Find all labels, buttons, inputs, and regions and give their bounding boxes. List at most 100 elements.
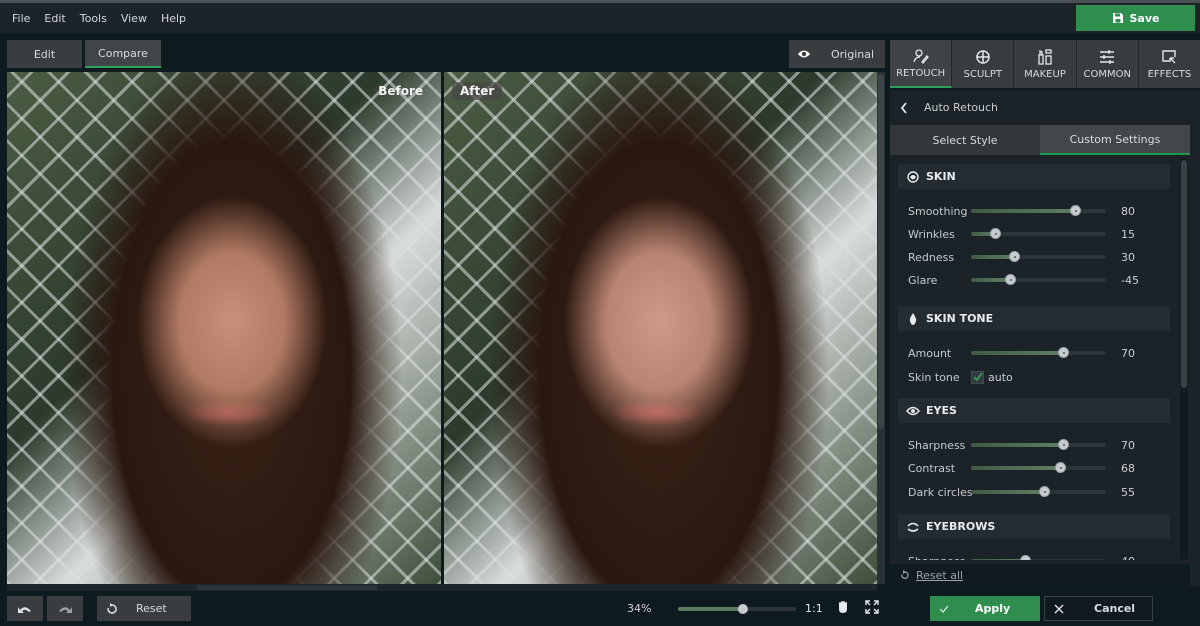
reset-icon: [107, 602, 117, 614]
tab-compare-label: Compare: [98, 46, 148, 60]
checkmark-icon: [939, 605, 949, 613]
apply-label: Apply: [975, 602, 1011, 615]
zoom-slider[interactable]: [678, 603, 796, 615]
slider-knob[interactable]: [1069, 205, 1081, 216]
slider-label: Glare: [908, 273, 938, 287]
tab-common-label: COMMON: [1083, 68, 1131, 80]
save-button[interactable]: Save: [1076, 5, 1195, 31]
slider-row-eyes-sharpness: Sharpness 70: [908, 436, 1168, 454]
undo-icon: [18, 606, 31, 613]
scrollbar-thumb[interactable]: [197, 585, 377, 590]
slider-row-dark-circles: Dark circles 55: [908, 483, 1168, 501]
tab-sculpt[interactable]: SCULPT: [952, 40, 1015, 88]
reset-all-link[interactable]: Reset all: [890, 564, 1190, 586]
actual-size-button[interactable]: 1:1: [805, 602, 823, 615]
redness-slider[interactable]: [971, 251, 1106, 262]
tab-common[interactable]: COMMON: [1076, 40, 1139, 88]
slider-label: Contrast: [908, 461, 956, 475]
tab-retouch[interactable]: RETOUCH: [890, 40, 953, 88]
slider-knob[interactable]: [1005, 274, 1017, 285]
panel-title: Auto Retouch: [924, 101, 998, 114]
section-skin[interactable]: SKIN: [898, 164, 1170, 189]
slider-knob[interactable]: [1055, 462, 1067, 473]
effects-icon: [1162, 49, 1177, 63]
before-label: Before: [378, 84, 423, 98]
fit-screen-icon[interactable]: [865, 600, 879, 614]
menu-tools[interactable]: Tools: [73, 12, 114, 25]
chevron-left-icon: [900, 101, 907, 114]
eyes-sharpness-slider[interactable]: [971, 439, 1106, 450]
menu-edit[interactable]: Edit: [37, 12, 72, 25]
tab-makeup[interactable]: MAKEUP: [1014, 40, 1077, 88]
scrollbar-thumb[interactable]: [878, 74, 884, 429]
menu-bar: File Edit Tools View Help Save: [0, 0, 1200, 33]
slider-value: -45: [1121, 273, 1139, 287]
hand-icon[interactable]: [836, 600, 850, 614]
checkbox-row-label: Skin tone: [908, 370, 960, 384]
after-photo[interactable]: After: [444, 72, 877, 584]
wrinkles-slider[interactable]: [971, 228, 1106, 239]
slider-knob[interactable]: [1057, 439, 1069, 450]
apply-button[interactable]: Apply: [930, 596, 1040, 621]
slider-knob[interactable]: [1057, 347, 1069, 358]
amount-slider[interactable]: [971, 347, 1106, 358]
tab-compare[interactable]: Compare: [85, 40, 161, 68]
slider-knob[interactable]: [1020, 555, 1031, 560]
back-button[interactable]: Auto Retouch: [890, 90, 1190, 125]
slider-value: 70: [1121, 438, 1135, 452]
slider-row-amount: Amount 70: [908, 344, 1168, 362]
section-skin-tone[interactable]: SKIN TONE: [898, 306, 1170, 331]
skin-icon: [907, 170, 919, 183]
save-label: Save: [1129, 11, 1160, 25]
contrast-slider[interactable]: [971, 462, 1106, 473]
cancel-label: Cancel: [1094, 602, 1136, 615]
image-horizontal-scrollbar[interactable]: [7, 584, 877, 591]
menu-view[interactable]: View: [114, 12, 154, 25]
dark-circles-slider[interactable]: [971, 486, 1106, 497]
checkmark-icon: [972, 372, 983, 382]
slider-label: Amount: [908, 346, 952, 360]
zoom-percent: 34%: [627, 602, 652, 615]
cancel-button[interactable]: Cancel: [1044, 596, 1153, 621]
undo-button[interactable]: [7, 596, 43, 621]
slider-label: Dark circles: [908, 485, 973, 499]
slider-row-eyebrows-sharpness: Sharpness 40: [908, 552, 1168, 560]
tab-effects[interactable]: EFFECTS: [1138, 40, 1200, 88]
subtab-select-style[interactable]: Select Style: [890, 125, 1040, 155]
original-button[interactable]: Original: [789, 40, 885, 68]
subtab-custom-settings[interactable]: Custom Settings: [1040, 125, 1190, 155]
original-label: Original: [831, 47, 875, 61]
menu-help[interactable]: Help: [154, 12, 193, 25]
reset-icon: [901, 570, 909, 579]
sliders-icon: [1100, 49, 1115, 64]
slider-knob[interactable]: [1009, 251, 1021, 262]
zoom-fill: [678, 607, 743, 611]
eye-icon: [906, 406, 920, 415]
zoom-knob[interactable]: [737, 604, 748, 614]
section-title: SKIN: [926, 170, 956, 183]
slider-row-glare: Glare -45: [908, 271, 1168, 289]
reset-label: Reset: [136, 602, 167, 615]
smoothing-slider[interactable]: [971, 205, 1106, 216]
slider-knob[interactable]: [1038, 486, 1050, 497]
tab-retouch-label: RETOUCH: [896, 67, 946, 79]
slider-row-wrinkles: Wrinkles 15: [908, 225, 1168, 243]
section-eyebrows[interactable]: EYEBROWS: [898, 514, 1170, 539]
slider-knob[interactable]: [990, 228, 1002, 239]
glare-slider[interactable]: [971, 274, 1106, 285]
image-vertical-scrollbar[interactable]: [877, 72, 885, 584]
reset-all-label: Reset all: [916, 568, 964, 582]
after-label: After: [452, 82, 503, 100]
tab-effects-label: EFFECTS: [1147, 68, 1192, 80]
before-photo[interactable]: Before: [7, 72, 441, 584]
redo-button[interactable]: [47, 596, 83, 621]
eyebrows-sharpness-slider[interactable]: [971, 555, 1106, 560]
tab-edit[interactable]: Edit: [7, 40, 82, 68]
reset-button[interactable]: Reset: [97, 596, 191, 621]
slider-row-redness: Redness 30: [908, 248, 1168, 266]
scrollbar-thumb[interactable]: [1181, 160, 1187, 388]
section-eyes[interactable]: EYES: [898, 398, 1170, 423]
skin-tone-auto-checkbox[interactable]: [971, 370, 984, 384]
settings-scrollbar[interactable]: [1180, 158, 1188, 560]
menu-file[interactable]: File: [5, 12, 37, 25]
